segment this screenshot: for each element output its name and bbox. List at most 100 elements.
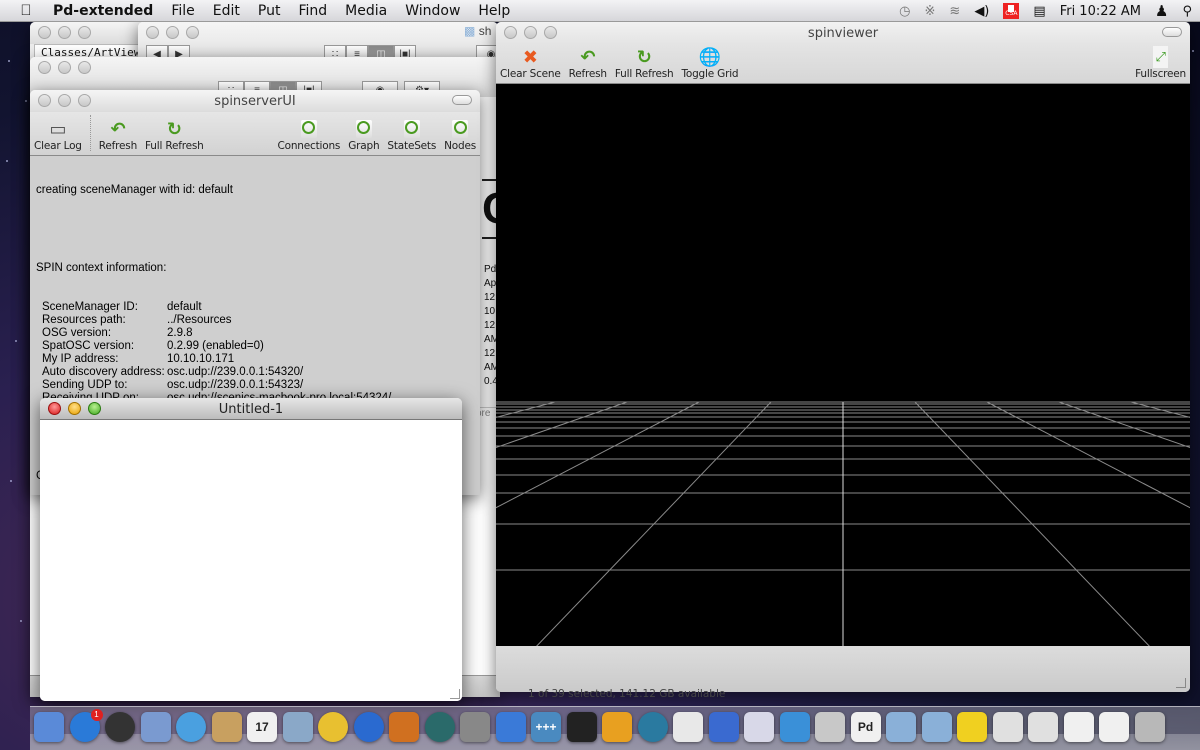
zoom-button[interactable] (186, 26, 199, 39)
clear-scene-button[interactable]: ✖ Clear Scene (496, 46, 565, 83)
toolbar-toggle-button[interactable] (1162, 27, 1182, 37)
resize-handle[interactable] (450, 689, 460, 699)
dock-pd-extended-icon[interactable]: Pd (850, 712, 881, 742)
zoom-button[interactable] (78, 61, 91, 74)
dock-window-4-icon[interactable] (1099, 712, 1129, 742)
time-machine-icon[interactable]: ◷ (899, 4, 910, 19)
clear-log-button[interactable]: ▭ Clear Log (30, 118, 86, 155)
bluetooth-icon[interactable]: ※ (925, 4, 936, 19)
menu-edit[interactable]: Edit (204, 3, 249, 19)
pd-canvas[interactable] (40, 420, 462, 701)
wifi-icon[interactable]: ≋ (949, 4, 960, 19)
dock-spin-s-icon[interactable] (779, 712, 810, 742)
dock-applications-folder-icon[interactable] (886, 712, 916, 742)
refresh-button[interactable]: ↶ Refresh (95, 118, 141, 155)
connections-button[interactable]: Connections (274, 118, 345, 155)
log-row: My IP address: 10.10.10.171 (36, 353, 474, 366)
dock-time-machine-icon[interactable] (424, 712, 455, 742)
dock-window-3-icon[interactable] (1063, 712, 1094, 742)
input-flag-icon[interactable]: CSA (1003, 3, 1020, 19)
wallpaper-star (1192, 50, 1194, 52)
dock-icon-label: +++ (535, 720, 557, 734)
minimize-button[interactable] (58, 61, 71, 74)
dock-textedit-icon[interactable] (673, 712, 703, 742)
close-button[interactable] (146, 26, 159, 39)
dock-dashboard-icon[interactable] (105, 712, 135, 742)
log-key: My IP address: (42, 353, 119, 365)
dock-filemerge-icon[interactable] (744, 712, 774, 742)
dock-app-store-icon[interactable]: 1 (69, 709, 103, 742)
refresh-button[interactable]: ↶ Refresh (565, 46, 611, 83)
finder-status-text: 1 of 39 selected, 141.12 GB available (528, 688, 726, 700)
log-key: Resources path: (42, 314, 126, 326)
spotlight-search-icon[interactable]: ⚲ (1182, 4, 1192, 19)
wallpaper-star (15, 340, 17, 342)
dock-safari-icon[interactable] (176, 712, 206, 742)
nodes-button[interactable]: Nodes (440, 118, 480, 155)
minimize-button[interactable] (58, 26, 71, 39)
menu-app-name[interactable]: Pd-extended (44, 3, 162, 19)
untitled-titlebar: Untitled-1 (40, 398, 462, 420)
dock-terminal-icon[interactable] (566, 712, 597, 742)
close-button[interactable] (38, 61, 51, 74)
dock-system-preferences-icon[interactable] (460, 712, 490, 742)
menu-window[interactable]: Window (396, 3, 469, 19)
graph-label: Graph (348, 140, 380, 152)
close-button[interactable] (38, 26, 51, 39)
menu-put[interactable]: Put (249, 3, 290, 19)
dock-inkscape-icon[interactable] (957, 712, 987, 742)
dock-calculator-icon[interactable]: +++ (531, 712, 561, 742)
dock-address-book-icon[interactable] (211, 712, 242, 742)
clock[interactable]: Fri 10:22 AM (1060, 4, 1141, 19)
spinviewer-titlebar: spinviewer (496, 22, 1190, 44)
dock-itunes-icon[interactable] (353, 712, 384, 742)
magnifier-icon (355, 120, 372, 138)
dock-xcode-icon[interactable] (495, 712, 526, 742)
toolbar-toggle-button[interactable] (452, 95, 472, 105)
viewer-3d-canvas[interactable] (496, 84, 1190, 646)
toggle-grid-button[interactable]: 🌐 Toggle Grid (677, 46, 742, 83)
volume-icon[interactable]: ◀) (974, 4, 989, 19)
full-refresh-button[interactable]: ↻ Full Refresh (141, 118, 208, 155)
clear-scene-label: Clear Scene (500, 68, 561, 80)
log-row: Sending UDP to: osc.udp://239.0.0.1:54323… (36, 379, 474, 392)
dock-pd-icon-w-icon[interactable] (602, 712, 632, 742)
minimize-button[interactable] (166, 26, 179, 39)
viewer-footer (496, 646, 1190, 692)
menu-media[interactable]: Media (336, 3, 396, 19)
statesets-button[interactable]: StateSets (383, 118, 440, 155)
menu-help[interactable]: Help (469, 3, 519, 19)
dock-mail-icon[interactable] (140, 712, 171, 742)
window-title: spinviewer (807, 26, 879, 41)
dock-ical-icon[interactable]: 17 (247, 712, 277, 742)
fullscreen-button[interactable]: ⤢ Fullscreen (1131, 46, 1190, 83)
user-icon[interactable]: ♟ (1155, 2, 1168, 20)
dock-xcode-sim-icon[interactable] (708, 712, 739, 742)
eraser-icon: ▭ (49, 118, 67, 140)
folder-icon: ▩ (464, 24, 476, 38)
notification-badge: 1 (90, 709, 103, 721)
resize-handle[interactable] (1176, 678, 1186, 688)
log-value: ../Resources (167, 314, 232, 326)
dock-documents-folder-icon[interactable] (921, 712, 952, 742)
dock-sourcetree-icon[interactable] (637, 712, 668, 742)
menu-find[interactable]: Find (289, 3, 336, 19)
dock-chrome-icon[interactable] (318, 712, 348, 742)
dock-image-capture-icon[interactable] (389, 712, 419, 742)
dock-iphoto-icon[interactable] (282, 712, 313, 742)
apple-menu-icon[interactable]:  (16, 2, 36, 19)
dock-trash-icon[interactable] (1134, 712, 1165, 742)
battery-icon[interactable]: ▤ (1033, 4, 1045, 19)
full-refresh-button[interactable]: ↻ Full Refresh (611, 46, 678, 83)
full-refresh-icon: ↻ (636, 46, 652, 68)
dock-finder-icon[interactable] (34, 712, 64, 742)
menu-file[interactable]: File (162, 3, 203, 19)
zoom-button[interactable] (78, 26, 91, 39)
dock-spin-s-doc-icon[interactable] (815, 712, 845, 742)
full-refresh-icon: ↻ (166, 118, 182, 140)
graph-button[interactable]: Graph (344, 118, 383, 155)
log-line: creating sceneManager with id: default (36, 184, 233, 196)
dock-window-2-icon[interactable] (1028, 712, 1058, 742)
dock-window-1-icon[interactable] (992, 712, 1023, 742)
nodes-label: Nodes (444, 140, 476, 152)
